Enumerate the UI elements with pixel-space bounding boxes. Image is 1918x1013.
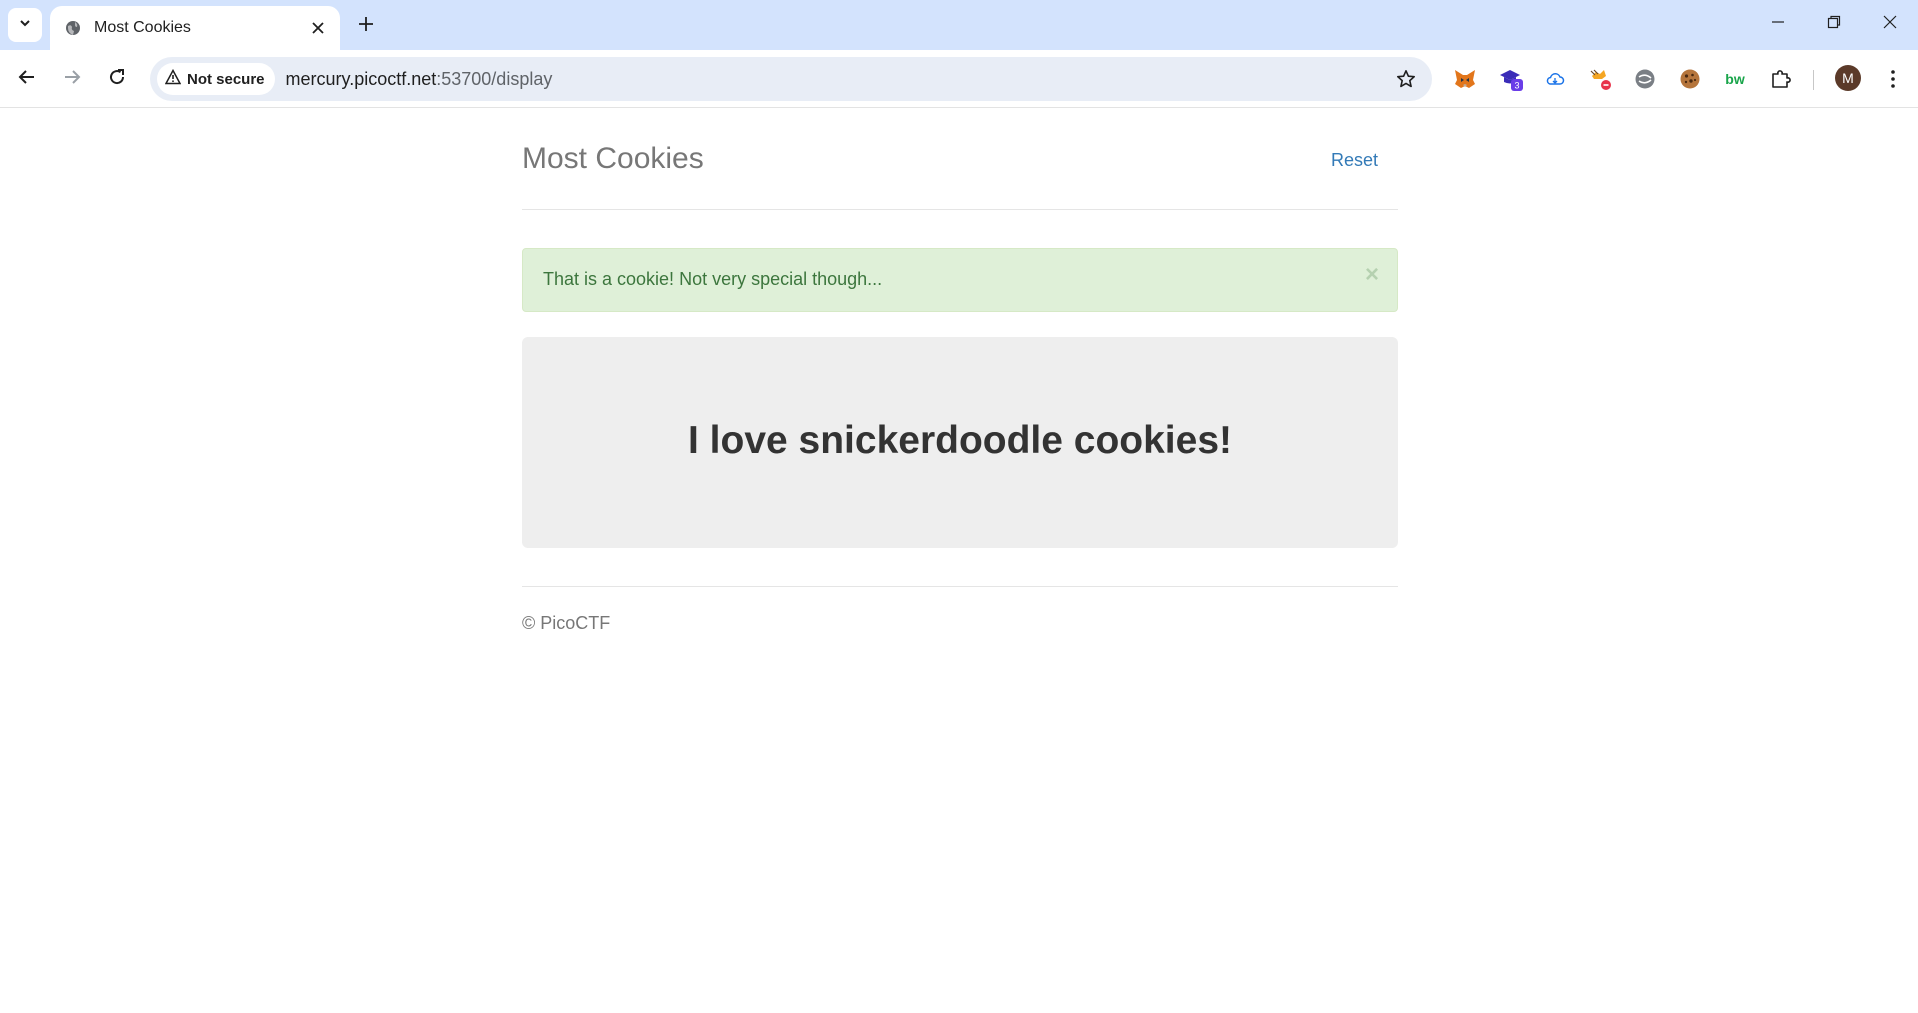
success-alert: That is a cookie! Not very special thoug… [522,248,1398,312]
chevron-down-icon [18,16,32,35]
footer-copyright: © PicoCTF [522,613,611,633]
reload-button[interactable] [100,62,134,96]
url-host: mercury.picoctf.net [285,68,437,89]
metamask-icon[interactable] [1448,62,1482,96]
close-window-button[interactable] [1862,0,1918,48]
url-text[interactable]: mercury.picoctf.net:53700/display [286,69,1388,90]
browser-tab-active[interactable]: Most Cookies [50,6,340,50]
security-chip[interactable]: Not secure [157,63,275,95]
warning-triangle-icon [164,68,182,90]
cloud-icon[interactable] [1538,62,1572,96]
plus-icon [358,16,374,37]
site-header: Most Cookies Reset [522,108,1398,210]
page-viewport: Most Cookies Reset That is a cookie! Not… [0,108,1918,1013]
alert-close-icon[interactable]: × [1365,263,1379,287]
arrow-right-icon [63,68,81,91]
tab-close-icon[interactable] [306,16,330,40]
restore-icon [1827,15,1841,34]
site-footer: © PicoCTF [522,586,1398,646]
address-bar[interactable]: Not secure mercury.picoctf.net:53700/dis… [150,57,1432,101]
minimize-button[interactable] [1750,0,1806,48]
profile-avatar[interactable]: M [1835,65,1861,91]
toolbar-divider [1813,70,1814,90]
graduation-cap-icon[interactable]: 3 [1494,62,1528,96]
browser-titlebar: Most Cookies [0,0,1918,50]
url-path: :53700/display [436,68,553,89]
reload-icon [108,68,126,91]
fox-block-icon[interactable] [1583,62,1617,96]
bookmark-star-icon[interactable] [1388,61,1424,97]
tab-search-button[interactable] [8,8,42,42]
alert-message: That is a cookie! Not very special thoug… [543,269,883,289]
cookie-icon[interactable] [1673,62,1707,96]
minimize-icon [1771,15,1785,34]
site-brand: Most Cookies [522,142,704,175]
jumbotron: I love snickerdoodle cookies! [522,337,1398,548]
arrow-left-icon [18,68,36,91]
more-menu-icon[interactable] [1876,62,1910,96]
new-tab-button[interactable] [351,11,381,41]
tab-title: Most Cookies [94,19,191,36]
browser-toolbar: Not secure mercury.picoctf.net:53700/dis… [0,50,1918,108]
extension-badge: 3 [1514,81,1519,91]
restore-button[interactable] [1806,0,1862,48]
security-label: Not secure [187,70,265,88]
bw-extension-label: bw [1725,71,1745,87]
jumbotron-heading: I love snickerdoodle cookies! [687,419,1233,462]
globe-icon [64,19,82,37]
reset-link[interactable]: Reset [1331,150,1378,171]
close-icon [1883,15,1897,34]
forward-button[interactable] [55,62,89,96]
grey-circle-icon[interactable] [1628,62,1662,96]
puzzle-icon[interactable] [1764,62,1798,96]
bw-icon[interactable]: bw [1718,62,1752,96]
back-button[interactable] [10,62,44,96]
